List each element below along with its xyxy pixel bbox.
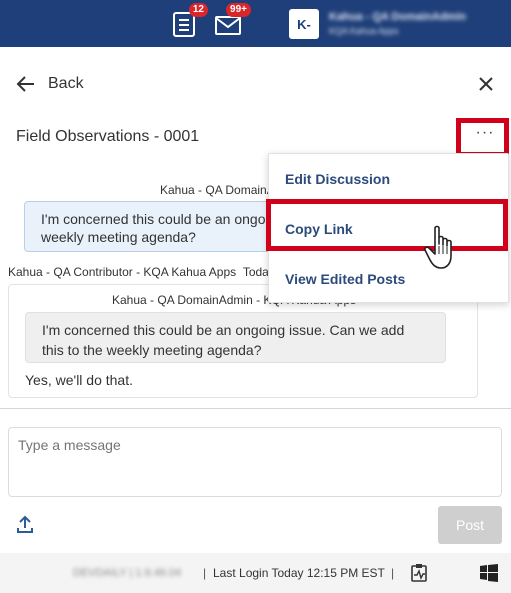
notifications-badge: 12	[188, 3, 208, 17]
page-title: Field Observations - 0001	[16, 128, 200, 145]
footer-separator: |	[391, 566, 395, 580]
menu-item-edit-discussion[interactable]: Edit Discussion	[269, 154, 510, 204]
upload-icon[interactable]	[15, 515, 35, 535]
user-info[interactable]: Kahua - QA DomainAdmin KQA Kahua Apps	[329, 11, 466, 36]
footer-separator: |	[203, 566, 207, 580]
reply-text: Yes, we'll do that.	[25, 372, 134, 388]
reply-meta: Kahua - QA Contributor - KQA Kahua Apps …	[8, 265, 275, 279]
environment-label: DEVDAILY | 1.9.46.04	[73, 567, 182, 579]
reply-author: Kahua - QA Contributor - KQA Kahua Apps	[8, 265, 237, 279]
notifications-button[interactable]: 12	[171, 3, 208, 38]
divider	[0, 408, 511, 409]
user-name: Kahua - QA DomainAdmin	[329, 11, 467, 23]
windows-icon[interactable]	[479, 563, 499, 583]
menu-item-view-edited-posts[interactable]: View Edited Posts	[269, 254, 510, 304]
avatar[interactable]: K-	[289, 9, 319, 39]
footer: DEVDAILY | 1.9.46.04 | Last Login Today …	[0, 553, 511, 593]
last-login: Last Login Today 12:15 PM EST	[213, 566, 385, 580]
message-bubble: I'm concerned this could be an ongoing w…	[24, 201, 304, 252]
more-options-highlight	[456, 118, 509, 157]
message-input[interactable]	[8, 427, 502, 497]
activity-icon[interactable]	[410, 563, 428, 583]
top-header: 12 99+ K- Kahua - QA DomainAdmin KQA Kah…	[0, 0, 511, 47]
back-label: Back	[48, 75, 84, 92]
close-icon[interactable]	[476, 74, 496, 94]
hand-cursor-icon	[424, 225, 452, 269]
messages-button[interactable]: 99+	[214, 3, 251, 38]
copy-link-highlight	[266, 199, 508, 251]
quoted-message: I'm concerned this could be an ongoing i…	[25, 312, 446, 363]
messages-badge: 99+	[226, 3, 251, 17]
message-author: Kahua - QA DomainA	[160, 183, 275, 197]
user-org: KQA Kahua Apps	[329, 26, 399, 36]
arrow-left-icon	[16, 76, 34, 92]
back-button[interactable]: Back	[16, 72, 84, 96]
post-button[interactable]: Post	[438, 506, 502, 544]
